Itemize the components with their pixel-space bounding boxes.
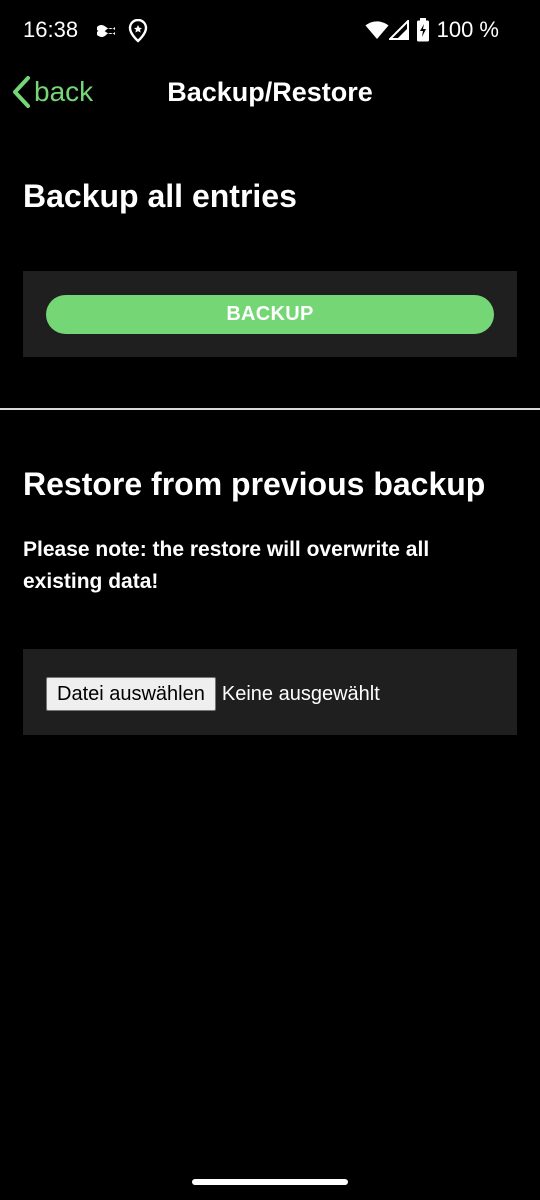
file-status: Keine ausgewählt <box>221 683 380 705</box>
battery-percent: 100 % <box>436 17 499 42</box>
battery-charging-icon <box>417 18 429 42</box>
backup-heading: Backup all entries <box>23 178 297 214</box>
wifi-icon <box>365 21 389 39</box>
data-saver-icon <box>97 25 115 37</box>
status-bar: 16:38 100 % <box>0 0 540 60</box>
backup-panel: BACKUP <box>23 271 517 357</box>
backup-button[interactable]: BACKUP <box>46 295 494 334</box>
file-picker: Datei auswählen Keine ausgewählt <box>46 677 380 711</box>
back-label: back <box>34 76 94 107</box>
chevron-left-icon <box>13 76 30 108</box>
gesture-nav-bar[interactable] <box>192 1179 348 1185</box>
section-divider <box>0 408 540 410</box>
status-time: 16:38 <box>23 17 79 42</box>
restore-heading: Restore from previous backup <box>23 466 486 502</box>
signal-icon <box>389 20 409 40</box>
restore-warning-note: Please note: the restore will overwrite … <box>23 538 430 593</box>
back-button[interactable]: back <box>10 72 93 112</box>
choose-file-button[interactable]: Datei auswählen <box>46 677 216 711</box>
restore-panel: Datei auswählen Keine ausgewählt <box>23 649 517 735</box>
location-icon <box>128 19 148 43</box>
